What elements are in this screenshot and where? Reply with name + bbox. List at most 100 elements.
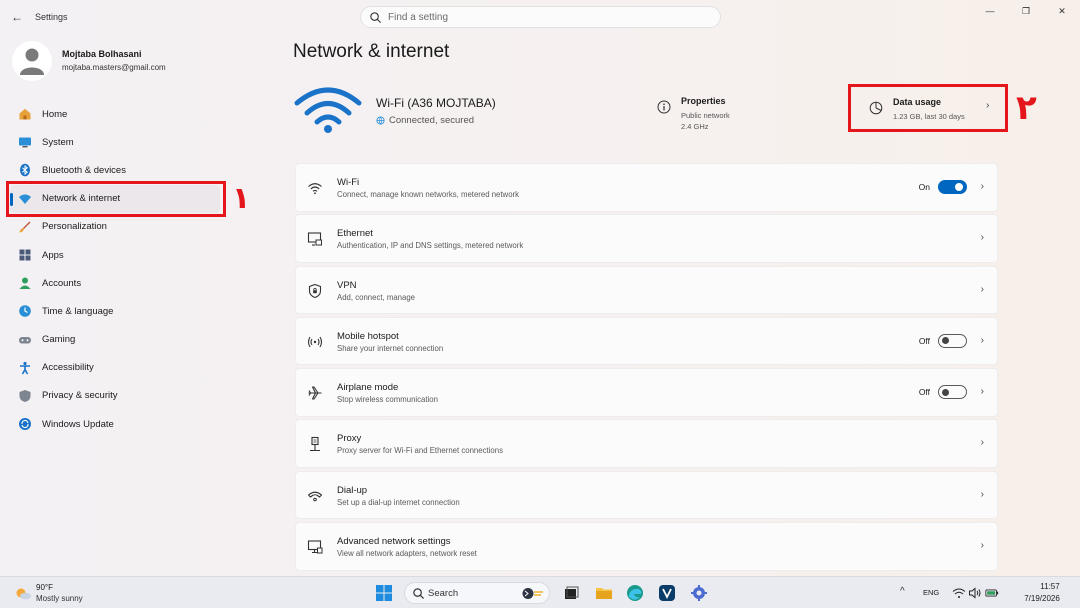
data-usage-title: Data usage bbox=[893, 97, 942, 107]
sidebar-item-home[interactable]: Home bbox=[10, 100, 220, 128]
person-icon bbox=[20, 48, 44, 75]
task-view-icon[interactable] bbox=[562, 584, 580, 602]
sidebar-nav: Home System Bluetooth & devices Network … bbox=[10, 100, 220, 438]
wifi-large-icon bbox=[294, 87, 362, 133]
row-title: Ethernet bbox=[337, 228, 373, 240]
chevron-right-icon: › bbox=[980, 334, 984, 346]
apps-icon bbox=[18, 248, 32, 262]
sidebar-item-apps[interactable]: Apps bbox=[10, 241, 220, 269]
search-input[interactable] bbox=[388, 10, 708, 25]
weather-temperature: 90°F bbox=[36, 583, 53, 592]
row-title: Airplane mode bbox=[337, 382, 399, 394]
dialup-icon bbox=[307, 491, 323, 502]
chevron-right-icon: › bbox=[980, 540, 984, 552]
proxy-row[interactable]: Proxy Proxy server for Wi-Fi and Etherne… bbox=[295, 419, 998, 468]
row-subtitle: Authentication, IP and DNS settings, met… bbox=[337, 241, 524, 251]
data-usage-link[interactable]: Data usage 1.23 GB, last 30 days › bbox=[848, 84, 1008, 132]
globe-clock-icon bbox=[18, 304, 32, 318]
dial-up-row[interactable]: Dial-up Set up a dial-up internet connec… bbox=[295, 470, 998, 520]
row-subtitle: Stop wireless communication bbox=[337, 395, 438, 405]
avatar bbox=[12, 41, 52, 81]
gamepad-icon bbox=[18, 333, 32, 347]
chevron-right-icon: › bbox=[980, 283, 984, 295]
edge-browser-icon[interactable] bbox=[626, 584, 644, 602]
row-subtitle: View all network adapters, network reset bbox=[337, 549, 477, 559]
monitor-icon bbox=[18, 135, 32, 149]
mobile-hotspot-row[interactable]: Mobile hotspot Share your internet conne… bbox=[295, 316, 998, 366]
battery-charging-icon[interactable] bbox=[985, 586, 999, 600]
sidebar-item-accounts[interactable]: Accounts bbox=[10, 269, 220, 297]
close-button[interactable]: ✕ bbox=[1044, 0, 1080, 22]
sidebar-item-system[interactable]: System bbox=[10, 128, 220, 156]
chevron-right-icon: › bbox=[980, 488, 984, 500]
volume-icon[interactable] bbox=[968, 586, 982, 600]
settings-window: ← Settings — ❐ ✕ Mojtaba Bolhasani mojta… bbox=[0, 0, 1080, 576]
sidebar-item-gaming[interactable]: Gaming bbox=[10, 326, 220, 354]
toggle-state-label: On bbox=[918, 182, 930, 192]
wifi-toggle[interactable] bbox=[938, 180, 967, 194]
network-settings-list: Wi-Fi Connect, manage known networks, me… bbox=[295, 163, 998, 573]
info-icon bbox=[657, 100, 671, 114]
windows-start-icon[interactable] bbox=[375, 584, 393, 602]
clock-date[interactable]: 7/19/2026 bbox=[1014, 594, 1070, 603]
airplane-mode-toggle[interactable] bbox=[938, 385, 967, 400]
brush-icon bbox=[18, 220, 32, 234]
taskbar: 90°F Mostly sunny Search ^ ENG 11:57 7/1… bbox=[0, 576, 1080, 608]
row-subtitle: Add, connect, manage bbox=[337, 292, 416, 302]
sidebar-item-windows-update[interactable]: Windows Update bbox=[10, 410, 220, 438]
properties-frequency: 2.4 GHz bbox=[681, 122, 709, 131]
sidebar-item-label: Privacy & security bbox=[42, 390, 118, 402]
show-hidden-icons-button[interactable]: ^ bbox=[900, 586, 905, 597]
minimize-button[interactable]: — bbox=[972, 0, 1008, 22]
taskbar-search-label: Search bbox=[428, 588, 459, 599]
advanced-network-settings-row[interactable]: Advanced network settings View all netwo… bbox=[295, 522, 998, 571]
accessibility-icon bbox=[18, 361, 32, 375]
chevron-right-icon: › bbox=[980, 386, 984, 398]
maximize-button[interactable]: ❐ bbox=[1008, 0, 1044, 22]
page-title: Network & internet bbox=[293, 41, 450, 62]
file-explorer-icon[interactable] bbox=[595, 584, 613, 602]
properties-title: Properties bbox=[681, 96, 726, 106]
row-subtitle: Set up a dial-up internet connection bbox=[337, 497, 460, 507]
toggle-state-label: Off bbox=[918, 387, 930, 398]
update-icon bbox=[18, 417, 32, 431]
row-subtitle: Proxy server for Wi-Fi and Ethernet conn… bbox=[337, 446, 503, 456]
row-title: VPN bbox=[337, 279, 357, 291]
sidebar-item-label: Accessibility bbox=[42, 362, 94, 374]
weather-description: Mostly sunny bbox=[36, 594, 83, 603]
vpn-row[interactable]: VPN Add, connect, manage › bbox=[295, 265, 998, 315]
chevron-right-icon: › bbox=[980, 437, 984, 449]
language-indicator[interactable]: ENG bbox=[923, 588, 939, 597]
profile-name: Mojtaba Bolhasani bbox=[62, 49, 142, 59]
back-button[interactable]: ← bbox=[8, 9, 26, 25]
properties-network-type: Public network bbox=[681, 111, 730, 120]
mobile-hotspot-toggle[interactable] bbox=[938, 333, 967, 348]
sidebar-item-label: Apps bbox=[42, 249, 64, 261]
clock-time[interactable]: 11:57 bbox=[1030, 582, 1070, 591]
ethernet-icon bbox=[307, 232, 322, 246]
account-icon bbox=[18, 276, 32, 290]
taskbar-search[interactable]: Search bbox=[404, 582, 550, 604]
airplane-icon bbox=[308, 386, 322, 400]
home-icon bbox=[18, 107, 32, 121]
sidebar-item-time-language[interactable]: Time & language bbox=[10, 297, 220, 325]
globe-icon bbox=[376, 116, 385, 125]
app-title: Settings bbox=[35, 12, 68, 22]
wifi-tray-icon[interactable] bbox=[952, 586, 966, 600]
search-box[interactable] bbox=[360, 6, 721, 28]
hotspot-icon bbox=[307, 336, 323, 348]
row-subtitle: Share your internet connection bbox=[337, 343, 444, 353]
sidebar-item-accessibility[interactable]: Accessibility bbox=[10, 354, 220, 382]
ethernet-row[interactable]: Ethernet Authentication, IP and DNS sett… bbox=[295, 214, 998, 263]
airplane-mode-row[interactable]: Airplane mode Stop wireless communicatio… bbox=[295, 368, 998, 417]
sidebar-item-label: Gaming bbox=[42, 334, 76, 346]
row-title: Mobile hotspot bbox=[337, 330, 399, 342]
data-usage-subtitle: 1.23 GB, last 30 days bbox=[893, 112, 965, 121]
wifi-row[interactable]: Wi-Fi Connect, manage known networks, me… bbox=[295, 163, 998, 212]
chevron-right-icon: › bbox=[980, 232, 984, 244]
settings-gear-icon[interactable] bbox=[690, 584, 708, 602]
vpn-app-icon[interactable] bbox=[658, 584, 676, 602]
profile-email: mojtaba.masters@gmail.com bbox=[62, 63, 166, 72]
sidebar-item-privacy-security[interactable]: Privacy & security bbox=[10, 382, 220, 410]
connection-status-text: Connected, secured bbox=[389, 115, 475, 126]
